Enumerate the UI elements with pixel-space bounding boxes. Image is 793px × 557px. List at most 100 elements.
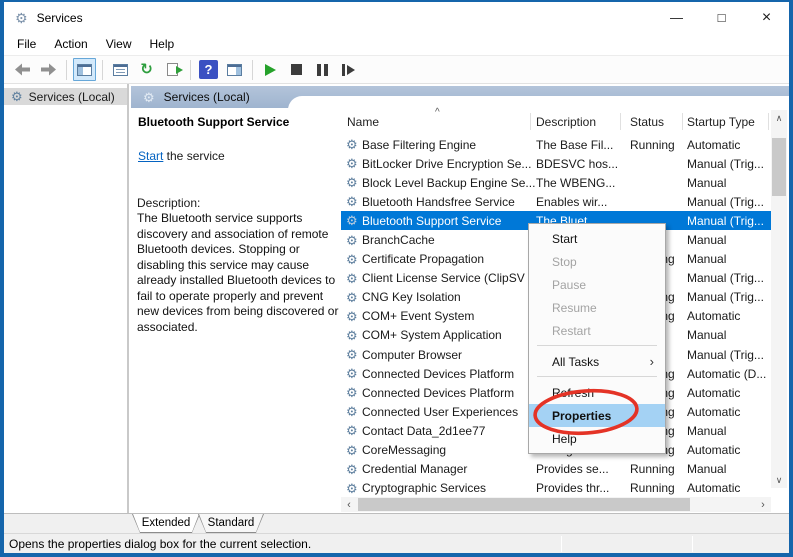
refresh-button[interactable]: ↻ [135,58,158,81]
vertical-scrollbar[interactable]: ∧ ∨ [771,110,787,488]
status-text: Opens the properties dialog box for the … [9,537,311,551]
service-name: Contact Data_2d1ee77 [362,424,536,438]
window-border-bottom [0,553,793,557]
window-border-left [0,0,4,557]
column-header-startup-type[interactable]: Startup Type [687,115,755,129]
view-tab-strip: Extended Standard [4,513,789,533]
close-button[interactable]: × [744,2,789,33]
menu-item-restart: Restart [529,319,665,342]
description-label: Description: [137,196,200,210]
menu-help[interactable]: Help [141,35,184,53]
show-hide-action-pane-button[interactable] [223,58,246,81]
service-name: Bluetooth Handsfree Service [362,195,536,209]
service-description: Provides se... [536,462,630,476]
sort-ascending-icon: ^ [435,107,440,118]
menu-item-refresh[interactable]: Refresh [529,381,665,404]
start-service-button[interactable] [259,58,282,81]
pause-service-button[interactable] [311,58,334,81]
scroll-left-icon[interactable]: ‹ [341,497,357,512]
column-divider[interactable] [682,113,683,130]
toolbar-separator [102,60,103,80]
minimize-button[interactable]: — [654,2,699,33]
service-row[interactable]: ⚙Base Filtering EngineThe Base Fil...Run… [341,135,771,154]
back-button[interactable] [11,58,34,81]
vertical-scrollbar-thumb[interactable] [772,138,786,196]
service-startup-type: Manual [687,176,771,190]
service-row[interactable]: ⚙Cryptographic ServicesProvides thr...Ru… [341,479,771,498]
service-startup-type: Manual (Trig... [687,157,771,171]
menu-item-resume: Resume [529,296,665,319]
service-startup-type: Automatic [687,443,771,457]
service-description: Provides thr... [536,481,630,495]
menu-item-pause: Pause [529,273,665,296]
description-text: The Bluetooth service supports discovery… [137,211,339,335]
column-divider[interactable] [768,113,769,130]
menu-view[interactable]: View [97,35,141,53]
service-row[interactable]: ⚙Credential ManagerProvides se...Running… [341,460,771,479]
column-header-status[interactable]: Status [630,115,664,129]
help-button[interactable]: ? [197,58,220,81]
services-gear-icon: ⚙ [143,91,155,104]
column-header-name[interactable]: Name [347,115,379,129]
service-startup-type: Manual [687,252,771,266]
scroll-up-icon[interactable]: ∧ [771,110,787,126]
column-divider[interactable] [620,113,621,130]
column-header-description[interactable]: Description [536,115,596,129]
menu-item-start[interactable]: Start [529,227,665,250]
horizontal-scrollbar[interactable]: ‹ › [341,497,771,512]
service-row[interactable]: ⚙Block Level Backup Engine Se...The WBEN… [341,173,771,192]
horizontal-scrollbar-thumb[interactable] [358,498,690,511]
status-bar-divider [692,536,693,552]
export-list-button[interactable] [161,58,184,81]
service-description: BDESVC hos... [536,157,630,171]
help-icon: ? [199,60,218,79]
status-bar: Opens the properties dialog box for the … [4,533,789,553]
maximize-button[interactable]: □ [699,2,744,33]
refresh-icon: ↻ [140,62,153,77]
export-list-icon [167,63,178,76]
pane-header-title: Services (Local) [164,90,250,104]
tab-standard[interactable]: Standard [198,514,264,533]
service-name: Block Level Backup Engine Se... [362,176,536,190]
menu-item-help[interactable]: Help [529,427,665,450]
service-gear-icon: ⚙ [346,253,362,266]
console-tree-icon [77,64,92,76]
service-gear-icon: ⚙ [346,234,362,247]
menu-item-all-tasks[interactable]: All Tasks› [529,350,665,373]
stop-service-button[interactable] [285,58,308,81]
forward-button[interactable] [37,58,60,81]
maximize-icon: □ [718,10,726,25]
window-border-right [789,0,793,557]
menu-action[interactable]: Action [45,35,96,53]
service-gear-icon: ⚙ [346,157,362,170]
service-startup-type: Manual [687,424,771,438]
show-hide-console-tree-button[interactable] [73,58,96,81]
title-bar: ⚙ Services — □ × [4,2,789,33]
restart-service-button[interactable] [337,58,360,81]
service-startup-type: Automatic [687,309,771,323]
start-service-link[interactable]: Start [138,149,163,163]
properties-button[interactable] [109,58,132,81]
service-name: Connected Devices Platform [362,367,536,381]
restart-service-icon [342,64,355,76]
menu-item-properties[interactable]: Properties [529,404,665,427]
menu-item-label: Pause [552,278,586,292]
column-divider[interactable] [530,113,531,130]
tab-extended[interactable]: Extended [132,514,200,533]
service-startup-type: Manual (Trig... [687,214,771,228]
menu-item-label: Stop [552,255,577,269]
service-row[interactable]: ⚙Bluetooth Handsfree ServiceEnables wir.… [341,192,771,211]
scroll-down-icon[interactable]: ∨ [771,472,787,488]
tree-item-services-local[interactable]: ⚙ Services (Local) [4,88,127,105]
service-name: Credential Manager [362,462,536,476]
service-row[interactable]: ⚙BitLocker Drive Encryption Se...BDESVC … [341,154,771,173]
scroll-right-icon[interactable]: › [755,497,771,512]
service-gear-icon: ⚙ [346,424,362,437]
forward-arrow-icon [40,63,57,76]
service-gear-icon: ⚙ [346,444,362,457]
service-startup-type: Manual [687,328,771,342]
service-name: Connected Devices Platform [362,386,536,400]
menu-file[interactable]: File [8,35,45,53]
service-name: Computer Browser [362,348,536,362]
service-gear-icon: ⚙ [346,329,362,342]
